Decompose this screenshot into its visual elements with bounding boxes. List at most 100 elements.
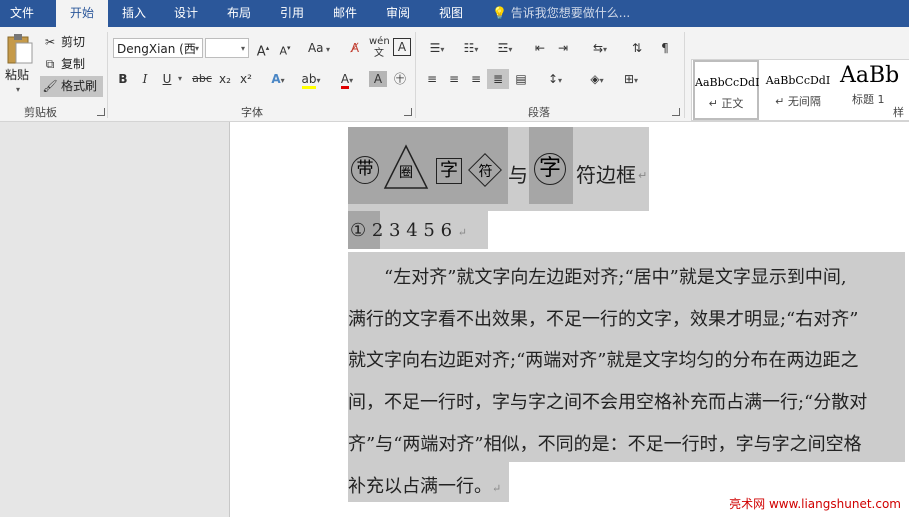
paragraph-line-text: 补充以占满一行。 <box>348 476 492 497</box>
align-center-icon[interactable]: ≡ <box>444 69 464 89</box>
style-name: ↵ 正文 <box>708 97 744 110</box>
paragraph-line: 满行的文字看不出效果，不足一行的文字，效果才明显;“右对齐” <box>348 309 859 330</box>
font-name-select[interactable]: DengXian (西 ▾ <box>113 38 203 58</box>
tab-view[interactable]: 视图 <box>429 0 473 27</box>
enclosed-square-char: 字 <box>436 158 462 184</box>
character-shading-icon[interactable]: A <box>369 71 387 87</box>
superscript-button[interactable]: x² <box>237 69 255 89</box>
format-painter-button[interactable]: 🖌 格式刷 <box>40 76 103 97</box>
paste-button[interactable]: 粘贴 ▾ <box>3 33 35 97</box>
dialog-launcher-icon[interactable] <box>97 108 105 116</box>
chevron-down-icon: ▾ <box>194 44 199 53</box>
tab-home[interactable]: 开始 <box>56 0 108 27</box>
copy-button[interactable]: ⧉ 复制 <box>42 54 98 74</box>
copy-label: 复制 <box>61 57 86 71</box>
styles-group-label: 样 <box>893 106 904 119</box>
borders-icon[interactable]: ⊞▾ <box>616 69 646 89</box>
paragraph-mark: ↵ <box>492 482 502 495</box>
justify-icon[interactable]: ≣ <box>487 69 509 89</box>
enclosed-circle-char: 带 <box>351 156 379 184</box>
group-divider <box>107 32 108 118</box>
clear-format-icon[interactable]: A̸ <box>345 38 365 58</box>
tab-review[interactable]: 审阅 <box>376 0 420 27</box>
phonetic-guide-icon[interactable]: wén 文 <box>369 36 390 59</box>
number-sequence: 2 3 4 5 6 <box>371 220 453 241</box>
numbering-icon[interactable]: ☷▾ <box>456 38 486 58</box>
strikethrough-button[interactable]: abc <box>190 69 214 89</box>
shading-icon[interactable]: ◈▾ <box>582 69 612 89</box>
style-name: ↵ 无间隔 <box>775 95 821 108</box>
tab-design[interactable]: 设计 <box>164 0 208 27</box>
change-case-label: Aa <box>307 41 324 55</box>
underline-button[interactable]: U <box>159 69 175 89</box>
paragraph-last-line: 补充以占满一行。↵ <box>348 472 501 498</box>
dialog-launcher-icon[interactable] <box>404 108 412 116</box>
paragraph-line: 齐”与“两端对齐”相似，不同的是：不足一行时，字与字之间空格 <box>348 434 862 455</box>
format-painter-label: 格式刷 <box>61 79 98 93</box>
enclosed-number: ① <box>350 220 367 241</box>
watermark: 亮术网 www.liangshunet.com <box>729 497 901 511</box>
style-preview: AaBbCcDdI <box>695 76 760 89</box>
cut-label: 剪切 <box>61 35 86 49</box>
chevron-down-icon: ▾ <box>240 44 245 53</box>
character-border-icon[interactable]: A <box>393 38 411 56</box>
tell-me-box[interactable]: 💡 告诉我您想要做什么... <box>492 0 630 27</box>
doc-text: 符边框 <box>576 163 636 187</box>
document-page[interactable]: 带 圈 字 符 与 字 符边框 ↵ ① 2 3 4 5 6 ↵ “左对齐”就文字… <box>230 122 909 517</box>
paragraph-line: 间，不足一行时，字与字之间不会用空格补充而占满一行;“分散对 <box>348 392 868 413</box>
paintbrush-icon: 🖌 <box>42 79 58 93</box>
tab-insert[interactable]: 插入 <box>112 0 156 27</box>
doc-text: 与 <box>508 163 528 187</box>
clipboard-icon <box>7 34 33 64</box>
tell-me-text: 告诉我您想要做什么... <box>510 6 631 20</box>
phonetic-label: wén <box>369 36 390 47</box>
style-preview: AaBbCcDdI <box>765 74 831 87</box>
bold-button[interactable]: B <box>115 69 131 89</box>
text-effects-icon[interactable]: A▾ <box>265 69 291 89</box>
group-divider <box>415 32 416 118</box>
styles-gallery: AaBbCcDdI ↵ 正文 AaBbCcDdI ↵ 无间隔 AaBb 标题 1 <box>691 59 909 121</box>
tab-references[interactable]: 引用 <box>270 0 314 27</box>
font-name-value: DengXian (西 <box>117 42 196 56</box>
scissors-icon: ✂ <box>44 35 56 49</box>
grow-font-icon[interactable]: A▴ <box>254 38 272 59</box>
ribbon-tab-bar: 文件 开始 插入 设计 布局 引用 邮件 审阅 视图 💡 告诉我您想要做什么..… <box>0 0 909 27</box>
paragraph-mark: ↵ <box>638 169 648 182</box>
enclose-characters-icon[interactable]: ㊉ <box>391 69 409 89</box>
paragraph-mark: ↵ <box>457 226 467 239</box>
line-spacing-icon[interactable]: ↕▾ <box>540 69 570 89</box>
bullets-icon[interactable]: ☰▾ <box>422 38 452 58</box>
paste-label: 粘贴 <box>5 68 30 82</box>
enclosed-diamond-char: 符 <box>478 164 493 180</box>
decrease-indent-icon[interactable]: ⇤ <box>530 38 550 58</box>
change-case-button[interactable]: Aa ▾ <box>303 38 335 58</box>
font-size-select[interactable]: ▾ <box>205 38 249 58</box>
font-color-icon[interactable]: A▾ <box>335 69 359 89</box>
chevron-down-icon: ▾ <box>16 85 21 94</box>
paragraph-line: 就文字向右边距对齐;“两端对齐”就是文字均匀的分布在两边距之 <box>348 350 859 371</box>
chinese-layout-icon[interactable]: ⇆▾ <box>585 38 615 58</box>
tab-mailings[interactable]: 邮件 <box>323 0 367 27</box>
dialog-launcher-icon[interactable] <box>672 108 680 116</box>
enclosed-big-circle-char: 字 <box>534 153 566 185</box>
align-right-icon[interactable]: ≡ <box>466 69 486 89</box>
align-left-icon[interactable]: ≡ <box>422 69 442 89</box>
style-normal[interactable]: AaBbCcDdI ↵ 正文 <box>693 60 759 120</box>
tab-file[interactable]: 文件 <box>0 0 44 27</box>
paragraph-line: “左对齐”就文字向左边距对齐;“居中”就是文字显示到中间, <box>348 267 847 288</box>
cut-button[interactable]: ✂ 剪切 <box>42 32 98 52</box>
italic-button[interactable]: I <box>137 69 153 89</box>
distributed-icon[interactable]: ▤ <box>511 69 531 89</box>
tab-layout[interactable]: 布局 <box>217 0 261 27</box>
subscript-button[interactable]: x₂ <box>216 69 234 89</box>
highlight-color-icon[interactable]: ab▾ <box>297 69 325 89</box>
sort-icon[interactable]: ⇅ <box>627 38 647 58</box>
multilevel-list-icon[interactable]: ☲▾ <box>490 38 520 58</box>
increase-indent-icon[interactable]: ⇥ <box>553 38 573 58</box>
shrink-font-icon[interactable]: A▾ <box>276 38 294 58</box>
left-margin-area <box>0 122 230 517</box>
style-no-spacing[interactable]: AaBbCcDdI ↵ 无间隔 <box>764 60 832 120</box>
show-marks-icon[interactable]: ¶ <box>655 38 675 58</box>
clipboard-group-label: 剪贴板 <box>24 106 57 119</box>
chevron-down-icon[interactable]: ▾ <box>176 69 184 89</box>
